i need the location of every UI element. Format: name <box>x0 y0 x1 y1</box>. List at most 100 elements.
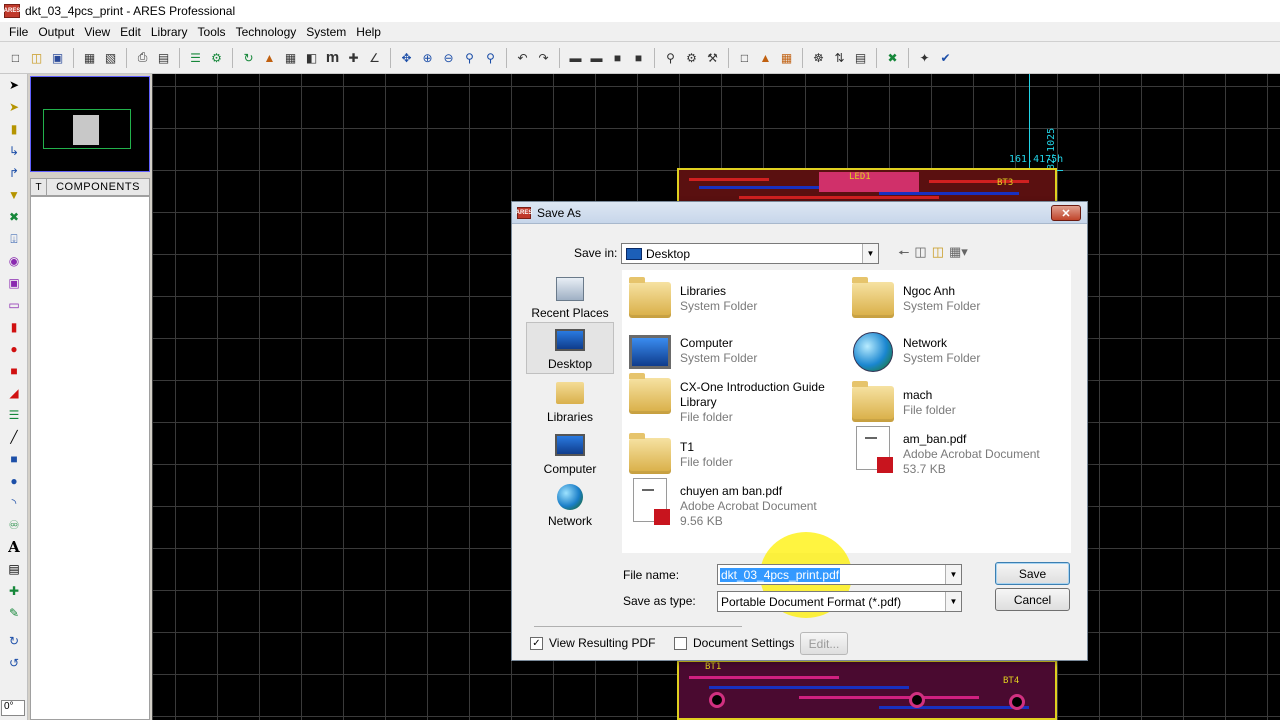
menu-edit[interactable]: Edit <box>115 25 146 39</box>
flip-icon[interactable]: ▲ <box>260 48 279 68</box>
import-icon[interactable]: ▦ <box>80 48 99 68</box>
rotate-cw-icon[interactable]: ↻ <box>0 630 28 652</box>
block-delete-icon[interactable]: ■ <box>629 48 648 68</box>
line-graphics-icon[interactable]: ╱ <box>0 426 28 448</box>
menu-tools[interactable]: Tools <box>193 25 231 39</box>
save-as-type-dropdown[interactable]: Portable Document Format (*.pdf) ▼ <box>717 591 962 612</box>
place-computer[interactable]: Computer <box>526 426 614 478</box>
block-rotate-icon[interactable]: ■ <box>608 48 627 68</box>
menu-output[interactable]: Output <box>33 25 79 39</box>
file-item-chuyen-am-ban-pdf[interactable]: chuyen am ban.pdf Adobe Acrobat Document 9… <box>626 476 846 536</box>
file-list[interactable]: Libraries System Folder Ngoc Anh System Fo… <box>622 270 1071 553</box>
marker-graphics-icon[interactable]: ✚ <box>0 580 28 602</box>
circle-graphics-icon[interactable]: ● <box>0 470 28 492</box>
menu-technology[interactable]: Technology <box>231 25 302 39</box>
place-recent-places[interactable]: Recent Places <box>526 270 614 322</box>
chevron-down-icon[interactable]: ▼ <box>945 592 961 611</box>
component-mode-icon[interactable]: ➤ <box>0 96 28 118</box>
pick-parts-icon[interactable]: ⚲ <box>661 48 680 68</box>
track-mode-icon[interactable]: ↳ <box>0 140 28 162</box>
rotate-ccw-icon[interactable]: ↺ <box>0 652 28 674</box>
save-in-dropdown[interactable]: Desktop ▼ <box>621 243 879 264</box>
chevron-down-icon[interactable]: ▼ <box>862 244 878 263</box>
selection-mode-icon[interactable]: ➤ <box>0 74 28 96</box>
measure-icon[interactable]: ∠ <box>365 48 384 68</box>
back-arrow-icon[interactable]: 🠔 <box>898 244 909 266</box>
circle-smt-pad-icon[interactable]: ● <box>0 338 28 360</box>
menu-help[interactable]: Help <box>351 25 386 39</box>
block-copy-icon[interactable]: ▬ <box>566 48 585 68</box>
ratsnest-mode-icon[interactable]: ✖ <box>0 206 28 228</box>
zoom-all-icon[interactable]: ⚲ <box>460 48 479 68</box>
netlist-icon[interactable]: ☰ <box>186 48 205 68</box>
menu-file[interactable]: File <box>4 25 33 39</box>
chevron-down-icon[interactable]: ▼ <box>945 565 961 584</box>
menu-system[interactable]: System <box>301 25 351 39</box>
print-icon[interactable]: ⎙ <box>133 48 152 68</box>
view-pdf-checkbox[interactable]: ✓ <box>530 636 543 650</box>
zoom-out-icon[interactable]: ⊖ <box>439 48 458 68</box>
square-pad-icon[interactable]: ▣ <box>0 272 28 294</box>
grid-icon[interactable]: ▦ <box>281 48 300 68</box>
overview-window[interactable] <box>30 76 150 172</box>
place-network[interactable]: Network <box>526 478 614 530</box>
edge-pad-icon[interactable]: ▮ <box>0 316 28 338</box>
dialog-title-bar[interactable]: ARES Save As <box>512 202 1087 224</box>
arc-graphics-icon[interactable]: ◝ <box>0 492 28 514</box>
edit-button[interactable]: Edit... <box>800 632 848 655</box>
power-plane-icon[interactable]: ✦ <box>915 48 934 68</box>
open-folder-icon[interactable]: ◫ <box>27 48 46 68</box>
up-folder-icon[interactable]: ◫ <box>914 244 926 266</box>
components-tab-t[interactable]: T <box>31 179 47 195</box>
zone-mode-icon[interactable]: ▼ <box>0 184 28 206</box>
cancel-button[interactable]: Cancel <box>995 588 1070 611</box>
refresh-icon[interactable]: ↻ <box>239 48 258 68</box>
file-name-input[interactable]: dkt_03_4pcs_print.pdf ▼ <box>717 564 962 585</box>
new-file-icon[interactable]: □ <box>6 48 25 68</box>
property-assign-icon[interactable]: ⇅ <box>830 48 849 68</box>
rotation-angle-field[interactable]: 0° <box>1 700 25 716</box>
redo-icon[interactable]: ↷ <box>534 48 553 68</box>
file-item-am-ban-pdf[interactable]: am_ban.pdf Adobe Acrobat Document 53.7 KB <box>849 424 1069 484</box>
print-area-icon[interactable]: ▤ <box>154 48 173 68</box>
connectivity-icon[interactable]: ▦ <box>777 48 796 68</box>
save-icon[interactable]: ▣ <box>48 48 67 68</box>
pan-icon[interactable]: ✥ <box>397 48 416 68</box>
design-explorer-icon[interactable]: ⚙ <box>207 48 226 68</box>
via-mode-icon[interactable]: ↱ <box>0 162 28 184</box>
box-graphics-icon[interactable]: ■ <box>0 448 28 470</box>
menu-library[interactable]: Library <box>146 25 193 39</box>
search-tag-icon[interactable]: ☸ <box>809 48 828 68</box>
round-pad-icon[interactable]: ◉ <box>0 250 28 272</box>
connectivity-mode-icon[interactable]: ⍗ <box>0 228 28 250</box>
symbol-graphics-icon[interactable]: ▤ <box>0 558 28 580</box>
export-icon[interactable]: ▧ <box>101 48 120 68</box>
document-settings-checkbox[interactable] <box>674 636 687 650</box>
path-graphics-icon[interactable]: ♾ <box>0 514 28 536</box>
dil-pad-icon[interactable]: ▭ <box>0 294 28 316</box>
undo-icon[interactable]: ↶ <box>513 48 532 68</box>
file-item-libraries[interactable]: Libraries System Folder <box>626 276 846 328</box>
drc-icon[interactable]: ▤ <box>851 48 870 68</box>
auto-placer-icon[interactable]: □ <box>735 48 754 68</box>
padstack-icon[interactable]: ☰ <box>0 404 28 426</box>
place-desktop[interactable]: Desktop <box>526 322 614 374</box>
polygon-pad-icon[interactable]: ◢ <box>0 382 28 404</box>
make-package-icon[interactable]: ⚙ <box>682 48 701 68</box>
file-item-ngoc-anh[interactable]: Ngoc Anh System Folder <box>849 276 1069 328</box>
ratsnest-icon[interactable]: ✖ <box>883 48 902 68</box>
auto-router-icon[interactable]: ▲ <box>756 48 775 68</box>
file-item-cx-one[interactable]: CX-One Introduction Guide Library File fo… <box>626 372 846 432</box>
layers-icon[interactable]: ◧ <box>302 48 321 68</box>
origin-icon[interactable]: ✚ <box>344 48 363 68</box>
file-item-network[interactable]: Network System Folder <box>849 328 1069 380</box>
text-graphics-icon[interactable]: A <box>0 536 28 558</box>
zoom-in-icon[interactable]: ⊕ <box>418 48 437 68</box>
components-list[interactable] <box>30 196 150 720</box>
dialog-close-button[interactable]: ✕ <box>1051 205 1081 221</box>
menu-view[interactable]: View <box>79 25 115 39</box>
new-folder-icon[interactable]: ◫ <box>932 244 944 266</box>
package-mode-icon[interactable]: ▮ <box>0 118 28 140</box>
layer-check-icon[interactable]: ✔ <box>936 48 955 68</box>
zoom-area-icon[interactable]: ⚲ <box>481 48 500 68</box>
